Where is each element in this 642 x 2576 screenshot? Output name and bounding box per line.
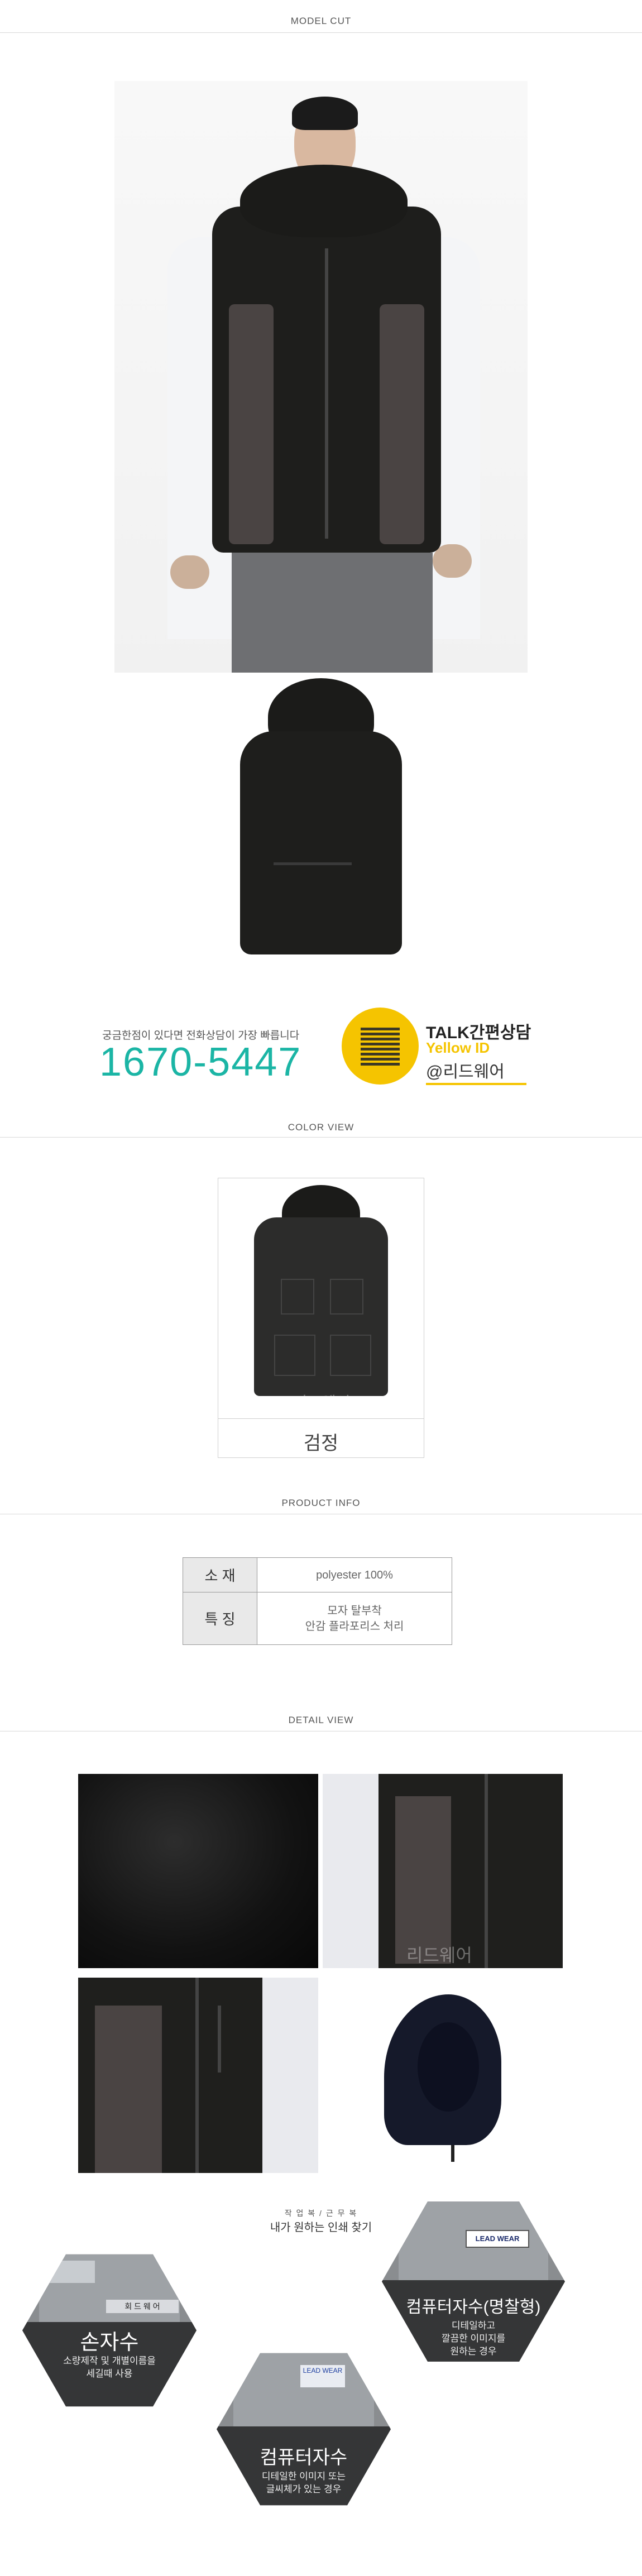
feature-label: 특 징 [183, 1592, 257, 1645]
feature-value-line: 모자 탈부착 [327, 1604, 382, 1617]
kakao-handle[interactable]: @리드웨어 [426, 1058, 505, 1082]
detail-fabric-photo [78, 1774, 318, 1968]
detail-zipper-photo [78, 1978, 318, 2173]
kakao-qr-icon[interactable] [342, 1008, 419, 1085]
table-row: 소 재 polyester 100% [183, 1557, 452, 1592]
watermark: 리드웨어 [293, 1394, 351, 1411]
model-photo [114, 81, 528, 673]
embroidery-title: 내가 원하는 인쇄 찾기 [270, 2222, 372, 2234]
material-value: polyester 100% [257, 1557, 452, 1592]
divider [0, 1137, 642, 1138]
table-row: 특 징 모자 탈부착 안감 플라포리스 처리 [183, 1592, 452, 1645]
card-desc-line: 소량제작 및 개별이름을 [63, 2356, 156, 2366]
patch-label: 회 드 웨 어 [106, 2300, 179, 2313]
detail-side-photo: 리드웨어 [323, 1774, 563, 1968]
divider [0, 32, 642, 33]
card-title: 손자수 [80, 2331, 139, 2354]
back-view-photo [229, 678, 413, 963]
card-desc-line: 글씨체가 있는 경우 [266, 2484, 342, 2495]
detail-hood-photo [323, 1978, 563, 2173]
product-info-table: 소 재 polyester 100% 특 징 모자 탈부착 안감 플라포리스 처… [183, 1557, 452, 1645]
color-swatch-card[interactable]: 리드웨어 검정 [218, 1178, 424, 1458]
card-desc-line: 세길때 사용 [86, 2368, 133, 2379]
yellow-id-label: Yellow ID [426, 1039, 490, 1056]
card-desc-line: 디테일한 이미지 또는 [261, 2471, 346, 2482]
model-cut-title: MODEL CUT [290, 16, 352, 26]
handle-underline [426, 1083, 526, 1085]
phone-number[interactable]: 1670-5447 [99, 1039, 301, 1085]
color-view-title: COLOR VIEW [288, 1122, 354, 1133]
card-desc-line: 깔끔한 이미지를 [441, 2333, 506, 2344]
material-label: 소 재 [183, 1557, 257, 1592]
swatch-label: 검정 [303, 1433, 339, 1454]
swatch-image: 리드웨어 [218, 1178, 424, 1418]
card-title: 컴퓨터자수(명찰형) [406, 2298, 541, 2316]
card-desc-line: 디테일하고 [451, 2320, 496, 2331]
detail-view-title: DETAIL VIEW [288, 1715, 354, 1725]
patch-label: LEAD WEAR [466, 2230, 529, 2248]
card-title: 컴퓨터자수 [260, 2447, 348, 2468]
watermark: 리드웨어 [406, 1945, 472, 1965]
card-desc-line: 원하는 경우 [450, 2346, 497, 2357]
feature-value-line: 안감 플라포리스 처리 [305, 1620, 404, 1633]
patch-label: LEAD WEAR [300, 2365, 345, 2387]
product-info-title: PRODUCT INFO [281, 1498, 361, 1508]
embroidery-small-title: 작 업 복 / 근 무 복 [284, 2209, 358, 2218]
